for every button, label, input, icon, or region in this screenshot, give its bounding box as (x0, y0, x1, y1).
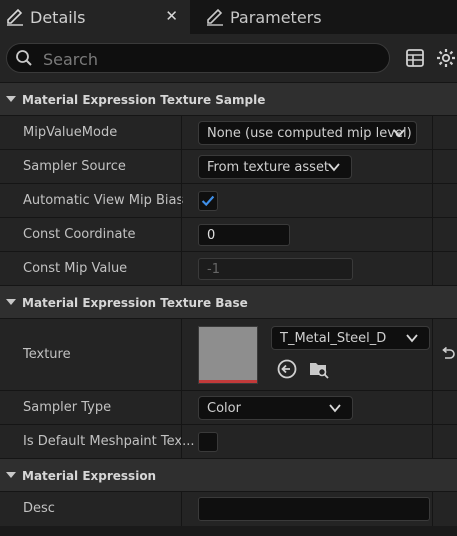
row-is-default-meshpaint: Is Default Meshpaint Tex... (0, 424, 457, 459)
sampler-type-combo[interactable]: Color (198, 396, 353, 420)
section-title: Material Expression Texture Sample (22, 92, 266, 107)
details-toolbar (0, 34, 457, 82)
chevron-down-icon (6, 95, 16, 102)
chevron-down-icon (329, 404, 341, 413)
tab-parameters-label: Parameters (230, 7, 322, 27)
arrow-left-circle-icon[interactable] (276, 358, 298, 380)
gear-icon[interactable] (435, 47, 457, 69)
const-mip-value-field[interactable]: -1 (198, 258, 353, 280)
pencil-icon (7, 8, 23, 26)
row-sampler-type: Sampler Type Color (0, 390, 457, 425)
chevron-down-icon (6, 471, 16, 478)
mip-value-mode-combo[interactable]: None (use computed mip level) (198, 121, 417, 145)
section-title: Material Expression (22, 468, 157, 483)
search-input[interactable] (41, 47, 375, 71)
tab-parameters[interactable]: Parameters (200, 0, 457, 34)
pencil-icon (207, 8, 223, 26)
field-value: -1 (207, 261, 220, 277)
sampler-source-combo[interactable]: From texture asset (198, 155, 352, 179)
table-icon[interactable] (404, 47, 426, 69)
chevron-down-icon (328, 163, 340, 172)
chevron-down-icon (6, 298, 16, 305)
row-label: MipValueMode (23, 125, 118, 140)
section-title: Material Expression Texture Base (22, 295, 248, 310)
reset-arrow-icon[interactable] (439, 345, 457, 363)
row-label: Desc (23, 501, 55, 516)
combo-value: Color (207, 400, 241, 416)
combo-value: From texture asset (207, 159, 330, 175)
row-texture: Texture T_Metal_Steel_D (0, 318, 457, 391)
row-auto-view-mip-bias: Automatic View Mip Bias (0, 183, 457, 218)
texture-thumbnail[interactable] (198, 326, 258, 384)
search-icon (16, 50, 32, 66)
section-texture-base[interactable]: Material Expression Texture Base (0, 285, 457, 319)
checkmark-icon (201, 195, 215, 207)
auto-view-mip-bias-checkbox[interactable] (198, 191, 218, 211)
texture-asset-combo[interactable]: T_Metal_Steel_D (271, 326, 430, 350)
details-panel: Material Expression Texture Sample MipVa… (0, 82, 457, 536)
row-label: Automatic View Mip Bias (23, 193, 184, 208)
tab-details-label: Details (30, 7, 86, 27)
row-label: Texture (23, 347, 71, 362)
is-default-meshpaint-checkbox[interactable] (198, 432, 218, 452)
search-box[interactable] (6, 43, 390, 73)
texture-type-strip (199, 380, 257, 383)
close-icon[interactable]: ✕ (165, 7, 178, 25)
row-desc: Desc (0, 491, 457, 526)
row-label: Sampler Source (23, 159, 126, 174)
combo-value: None (use computed mip level) (207, 125, 412, 141)
combo-value: T_Metal_Steel_D (280, 330, 387, 346)
row-label: Const Coordinate (23, 227, 136, 242)
row-const-mip-value: Const Mip Value -1 (0, 251, 457, 286)
chevron-down-icon (406, 334, 418, 343)
tab-details[interactable]: Details ✕ (0, 0, 190, 34)
row-label: Is Default Meshpaint Tex... (23, 434, 195, 449)
const-coordinate-field[interactable]: 0 (198, 224, 290, 246)
chevron-down-icon (393, 129, 405, 138)
field-value: 0 (207, 227, 216, 243)
row-const-coordinate: Const Coordinate 0 (0, 217, 457, 252)
row-label: Sampler Type (23, 400, 112, 415)
row-mip-value-mode: MipValueMode None (use computed mip leve… (0, 115, 457, 150)
folder-search-icon[interactable] (308, 358, 330, 380)
tab-bar: Details ✕ Parameters (0, 0, 457, 34)
row-label: Const Mip Value (23, 261, 128, 276)
desc-field[interactable] (198, 497, 430, 521)
section-material-expression[interactable]: Material Expression (0, 458, 457, 492)
section-texture-sample[interactable]: Material Expression Texture Sample (0, 82, 457, 116)
row-sampler-source: Sampler Source From texture asset (0, 149, 457, 184)
